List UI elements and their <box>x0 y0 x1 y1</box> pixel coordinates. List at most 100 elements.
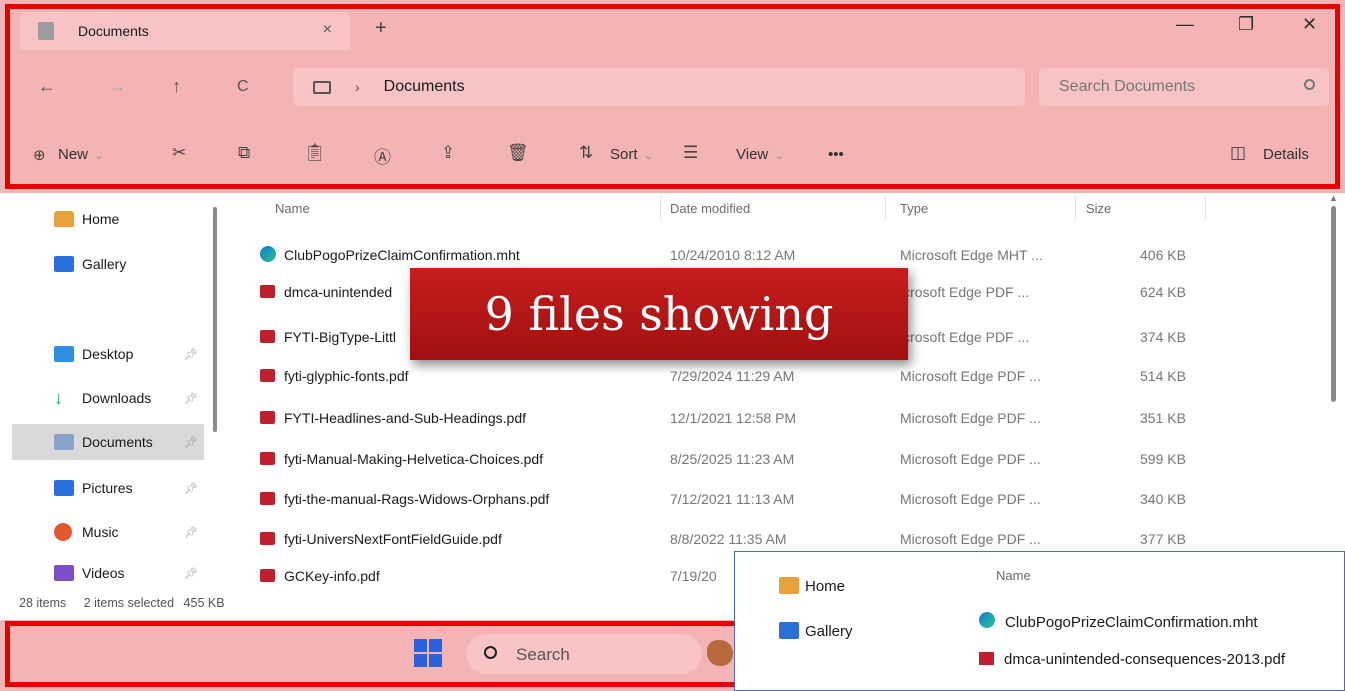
inset-row-name: ClubPogoPrizeClaimConfirmation.mht <box>1005 614 1258 631</box>
column-header-type[interactable]: Type <box>900 201 928 216</box>
details-button[interactable]: Details <box>1263 146 1309 163</box>
new-label: New <box>58 146 89 163</box>
share-icon[interactable]: ⇪ <box>441 143 455 163</box>
tab-title: Documents <box>78 23 149 39</box>
file-type: Microsoft Edge PDF ... <box>900 531 1041 547</box>
tab-documents[interactable]: Documents × <box>20 12 350 50</box>
file-row[interactable]: fyti-glyphic-fonts.pdf 7/29/2024 11:29 A… <box>240 358 1320 394</box>
pdf-file-icon <box>260 411 275 424</box>
column-divider[interactable] <box>1205 196 1206 220</box>
forward-button[interactable]: → <box>108 76 126 97</box>
breadcrumb[interactable]: Documents <box>384 78 465 96</box>
home-icon <box>54 211 74 227</box>
file-row[interactable]: FYTI-Headlines-and-Sub-Headings.pdf 12/1… <box>240 400 1320 436</box>
maximize-button[interactable]: ❐ <box>1238 14 1254 35</box>
downloads-icon: ↓ <box>54 388 63 408</box>
pdf-file-icon <box>260 492 275 505</box>
file-date: 7/29/2024 11:29 AM <box>670 368 795 384</box>
sort-button[interactable]: Sort ⌄ <box>610 146 654 163</box>
windows-logo-icon <box>414 639 427 652</box>
pin-icon[interactable]: 📌︎ <box>184 348 198 361</box>
paste-icon[interactable]: 📋︎ <box>304 143 326 163</box>
file-name: fyti-Manual-Making-Helvetica-Choices.pdf <box>284 451 544 467</box>
file-name: FYTI-BigType-Littl <box>284 329 397 345</box>
rename-icon[interactable]: Ⓐ <box>374 143 391 168</box>
edge-file-icon <box>979 612 995 628</box>
file-size: 406 KB <box>1140 247 1186 263</box>
file-list-scrollbar[interactable] <box>1331 206 1336 402</box>
pin-icon[interactable]: 📌︎ <box>184 436 198 449</box>
search-icon <box>484 646 497 659</box>
column-divider[interactable] <box>885 196 886 220</box>
file-size: 351 KB <box>1140 410 1186 426</box>
view-label: View <box>736 146 769 163</box>
inset-home-label: Home <box>805 578 846 595</box>
cut-icon[interactable]: ✂ <box>172 143 186 163</box>
taskbar-search-label: Search <box>516 645 570 664</box>
edge-file-icon <box>260 246 276 262</box>
refresh-button[interactable]: C <box>237 78 249 96</box>
file-size: 374 KB <box>1140 329 1186 345</box>
pdf-file-icon <box>260 285 275 298</box>
up-button[interactable]: ↑ <box>172 76 181 97</box>
file-name: fyti-UniversNextFontFieldGuide.pdf <box>284 531 502 547</box>
inset-row: ClubPogoPrizeClaimConfirmation.mht <box>979 612 1258 631</box>
sidebar-item-documents[interactable]: Documents 📌︎ <box>12 424 204 460</box>
back-button[interactable]: ← <box>38 76 56 97</box>
column-header-size[interactable]: Size <box>1086 201 1111 216</box>
delete-icon[interactable]: 🗑︎ <box>507 143 529 163</box>
selected-count: 2 items selected <box>83 596 175 610</box>
file-date: 7/19/20 <box>670 568 717 584</box>
search-input[interactable]: Search Documents <box>1039 68 1329 106</box>
pin-icon[interactable]: 📌︎ <box>184 392 198 405</box>
sidebar-item-pictures[interactable]: Pictures 📌︎ <box>12 470 204 506</box>
sidebar-item-downloads[interactable]: ↓ Downloads 📌︎ <box>12 380 204 416</box>
music-icon <box>54 523 72 541</box>
inset-gallery-label: Gallery <box>805 623 853 640</box>
sidebar-item-music[interactable]: Music 📌︎ <box>12 514 204 550</box>
item-count: 28 items <box>19 596 67 610</box>
new-button[interactable]: New ⌄ <box>58 146 104 163</box>
home-icon <box>779 577 799 594</box>
copy-icon[interactable]: ⧉ <box>238 143 250 163</box>
file-name: fyti-the-manual-Rags-Widows-Orphans.pdf <box>284 491 550 507</box>
sidebar-item-home[interactable]: Home <box>12 201 204 237</box>
close-tab-button[interactable]: × <box>323 21 332 39</box>
pdf-file-icon <box>260 330 275 343</box>
pdf-file-icon <box>260 369 275 382</box>
column-divider[interactable] <box>660 196 661 220</box>
address-bar[interactable]: › Documents <box>293 68 1025 106</box>
file-row[interactable]: fyti-the-manual-Rags-Widows-Orphans.pdf … <box>240 481 1320 517</box>
scroll-up-arrow-icon[interactable]: ▲ <box>1329 193 1338 203</box>
close-window-button[interactable]: ✕ <box>1302 14 1317 35</box>
file-size: 340 KB <box>1140 491 1186 507</box>
pin-icon[interactable]: 📌︎ <box>184 526 198 539</box>
minimize-button[interactable]: — <box>1176 14 1194 35</box>
pin-icon[interactable]: 📌︎ <box>184 482 198 495</box>
view-button[interactable]: View ⌄ <box>736 146 784 163</box>
column-header-date[interactable]: Date modified <box>670 201 750 216</box>
more-options-button[interactable]: ••• <box>828 146 844 163</box>
documents-icon <box>54 434 74 450</box>
column-header-name[interactable]: Name <box>275 201 310 216</box>
sidebar-item-desktop[interactable]: Desktop 📌︎ <box>12 336 204 372</box>
file-size: 624 KB <box>1140 284 1186 300</box>
file-type: Microsoft Edge PDF ... <box>900 410 1041 426</box>
sidebar-item-label: Music <box>82 524 119 540</box>
widgets-icon[interactable] <box>707 640 733 666</box>
file-row[interactable]: fyti-Manual-Making-Helvetica-Choices.pdf… <box>240 441 1320 477</box>
videos-icon <box>54 565 74 581</box>
sidebar-scrollbar[interactable] <box>213 207 217 432</box>
pdf-file-icon <box>260 452 275 465</box>
sidebar-item-label: Downloads <box>82 390 152 406</box>
desktop-icon <box>54 346 74 362</box>
inset-home: Home <box>779 577 845 595</box>
pin-icon[interactable]: 📌︎ <box>184 567 198 580</box>
start-button[interactable] <box>414 639 442 667</box>
sidebar-item-videos[interactable]: Videos 📌︎ <box>12 559 204 587</box>
taskbar-search[interactable]: Search <box>466 634 702 674</box>
column-divider[interactable] <box>1075 196 1076 220</box>
new-tab-button[interactable]: + <box>375 17 387 40</box>
view-icon: ☰ <box>683 143 699 162</box>
sidebar-item-gallery[interactable]: Gallery <box>12 246 204 282</box>
